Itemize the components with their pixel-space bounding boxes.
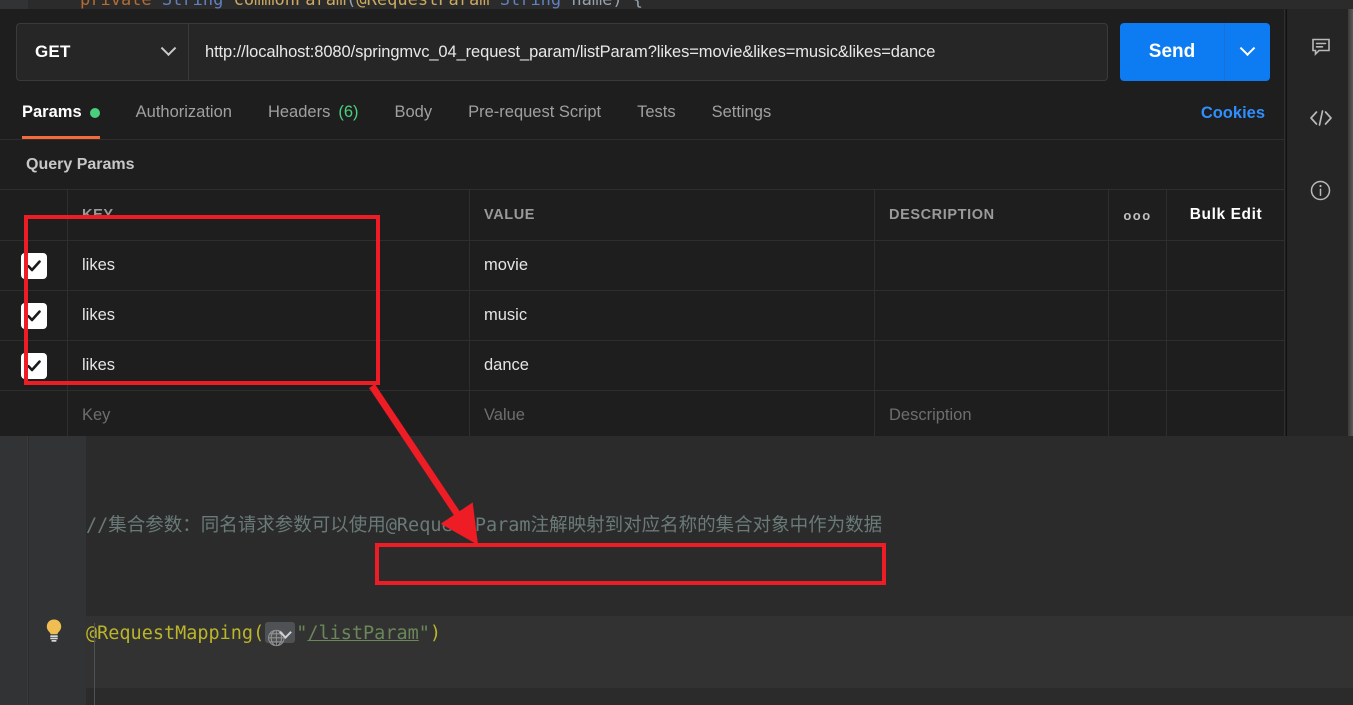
- tab-label: Settings: [711, 103, 772, 121]
- new-description-input[interactable]: Description: [875, 391, 1109, 440]
- header-description: DESCRIPTION: [875, 190, 1109, 240]
- tab-pre-request-script[interactable]: Pre-request Script: [450, 86, 619, 139]
- code-line-comment: //集合参数：同名请求参数可以使用@RequestParam注解映射到对应名称的…: [86, 515, 883, 536]
- row-description-input[interactable]: [875, 341, 1109, 390]
- query-params-table: KEY VALUE DESCRIPTION ooo Bulk Edit like…: [0, 190, 1285, 441]
- ide-top-sliver: private String commonParam(@RequestParam…: [0, 0, 1353, 9]
- table-row: likes music: [0, 291, 1285, 341]
- chevron-down-icon: [1239, 39, 1256, 56]
- code-icon[interactable]: [1287, 95, 1353, 141]
- more-options-icon[interactable]: ooo: [1123, 208, 1151, 223]
- row-options-cell: [1109, 291, 1167, 340]
- tab-body[interactable]: Body: [377, 86, 451, 139]
- ide-sliver-gutter: [0, 0, 28, 9]
- tab-headers[interactable]: Headers (6): [250, 86, 377, 139]
- table-empty-row: Key Value Description: [0, 391, 1285, 441]
- row-checkbox[interactable]: [20, 352, 47, 379]
- new-value-input[interactable]: Value: [470, 391, 875, 440]
- row-options-cell: [1109, 241, 1167, 290]
- bulk-edit-button[interactable]: Bulk Edit: [1190, 206, 1263, 224]
- row-description-input[interactable]: [875, 291, 1109, 340]
- tab-settings[interactable]: Settings: [694, 86, 790, 139]
- ide-code-panel: //集合参数：同名请求参数可以使用@RequestParam注解映射到对应名称的…: [0, 436, 1353, 705]
- http-method-selector[interactable]: GET: [16, 23, 188, 81]
- ide-left-gutter: [0, 436, 28, 705]
- window-edge: [1348, 9, 1353, 445]
- comment-icon[interactable]: [1287, 24, 1353, 70]
- url-input[interactable]: http://localhost:8080/springmvc_04_reque…: [188, 23, 1108, 81]
- row-key-input[interactable]: likes: [68, 341, 470, 390]
- tab-label: Params: [22, 103, 82, 121]
- send-options-button[interactable]: [1225, 23, 1270, 81]
- send-button[interactable]: Send: [1120, 23, 1225, 81]
- mapping-path-link[interactable]: /listParam: [307, 623, 418, 644]
- row-checkbox[interactable]: [20, 302, 47, 329]
- info-icon[interactable]: [1287, 167, 1353, 213]
- tab-label: Tests: [637, 103, 676, 121]
- chevron-down-icon: [160, 39, 177, 56]
- tab-label: Pre-request Script: [468, 103, 602, 121]
- row-value-input[interactable]: dance: [470, 341, 875, 390]
- code-editor-content[interactable]: //集合参数：同名请求参数可以使用@RequestParam注解映射到对应名称的…: [86, 436, 1353, 705]
- tab-params[interactable]: Params: [22, 86, 118, 139]
- request-url-row: GET http://localhost:8080/springmvc_04_r…: [0, 9, 1285, 86]
- ide-sliver-text: private String commonParam(@RequestParam…: [80, 0, 643, 9]
- ide-line-gutter: [29, 436, 86, 705]
- tab-authorization[interactable]: Authorization: [118, 86, 250, 139]
- http-method-label: GET: [35, 42, 71, 61]
- row-checkbox-cell: [0, 341, 68, 390]
- query-params-title: Query Params: [0, 140, 1285, 190]
- tab-label: Authorization: [135, 103, 232, 121]
- lightbulb-icon[interactable]: [42, 618, 66, 644]
- header-checkbox-cell: [0, 190, 68, 240]
- header-value: VALUE: [470, 190, 875, 240]
- empty-row-spacer-cell: [1167, 391, 1285, 440]
- empty-row-options-cell: [1109, 391, 1167, 440]
- params-modified-dot-icon: [89, 107, 100, 118]
- request-tabs: Params Authorization Headers (6) Body Pr…: [0, 86, 1285, 140]
- row-spacer-cell: [1167, 291, 1285, 340]
- row-options-cell: [1109, 341, 1167, 390]
- cookies-link[interactable]: Cookies: [1201, 86, 1265, 140]
- row-value-input[interactable]: movie: [470, 241, 875, 290]
- postman-request-area: GET http://localhost:8080/springmvc_04_r…: [0, 9, 1285, 441]
- row-value-input[interactable]: music: [470, 291, 875, 340]
- headers-count-badge: (6): [338, 103, 359, 121]
- tab-tests[interactable]: Tests: [619, 86, 694, 139]
- globe-gutter-icon[interactable]: [265, 622, 296, 643]
- screenshot-root: private String commonParam(@RequestParam…: [0, 0, 1353, 705]
- table-row: likes dance: [0, 341, 1285, 391]
- row-spacer-cell: [1167, 341, 1285, 390]
- tab-label: Headers: [267, 103, 331, 121]
- code-line-requestmapping: @RequestMapping("/listParam"): [86, 616, 1353, 652]
- row-key-input[interactable]: likes: [68, 241, 470, 290]
- header-key: KEY: [68, 190, 470, 240]
- tab-label: Body: [394, 103, 433, 121]
- row-description-input[interactable]: [875, 241, 1109, 290]
- bulk-edit-cell: Bulk Edit: [1167, 190, 1285, 240]
- new-key-input[interactable]: Key: [68, 391, 470, 440]
- empty-row-checkbox-cell: [0, 391, 68, 440]
- url-input-value: http://localhost:8080/springmvc_04_reque…: [205, 42, 936, 61]
- row-spacer-cell: [1167, 241, 1285, 290]
- table-options-cell: ooo: [1109, 190, 1167, 240]
- table-header-row: KEY VALUE DESCRIPTION ooo Bulk Edit: [0, 190, 1285, 241]
- send-button-group: Send: [1120, 23, 1270, 81]
- row-key-input[interactable]: likes: [68, 291, 470, 340]
- postman-panel: GET http://localhost:8080/springmvc_04_r…: [0, 9, 1353, 445]
- row-checkbox-cell: [0, 241, 68, 290]
- indent-guide: [94, 623, 95, 705]
- row-checkbox[interactable]: [20, 252, 47, 279]
- right-sidebar-rail: [1286, 9, 1353, 445]
- row-checkbox-cell: [0, 291, 68, 340]
- table-row: likes movie: [0, 241, 1285, 291]
